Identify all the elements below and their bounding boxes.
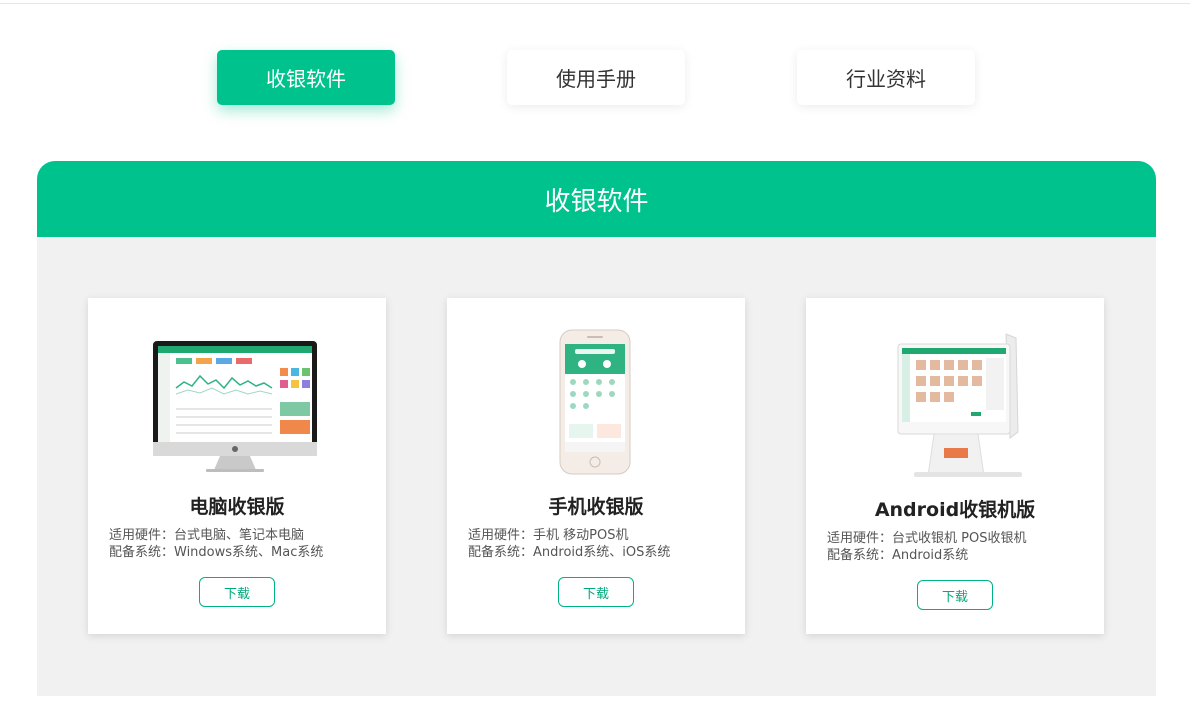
product-card-mobile: 手机收银版 适用硬件：手机 移动POS机 配备系统：Android系统、iOS系… [447,298,745,634]
category-tabs: 收银软件 使用手册 行业资料 [0,50,1190,106]
system-text: 配备系统：Windows系统、Mac系统 [109,545,324,560]
product-title: 电脑收银版 [189,496,285,518]
pos-terminal-image [897,333,1022,477]
download-button[interactable]: 下载 [199,577,275,607]
download-button[interactable]: 下载 [917,580,993,610]
software-panel: 收银软件 电脑收银版 适用硬件：台式电脑、笔记本电脑 配备系统：Windows系… [37,161,1156,696]
tab-cashier-software[interactable]: 收银软件 [217,50,395,105]
panel-title: 收银软件 [37,161,1156,237]
system-text: 配备系统：Android系统、iOS系统 [468,545,671,560]
product-card-android-pos: Android收银机版 适用硬件：台式收银机 POS收银机 配备系统：Andro… [806,298,1104,634]
product-title: Android收银机版 [874,499,1036,521]
system-text: 配备系统：Android系统 [827,548,969,563]
product-title: 手机收银版 [548,496,644,518]
download-button[interactable]: 下载 [558,577,634,607]
top-divider [0,3,1190,4]
product-card-desktop: 电脑收银版 适用硬件：台式电脑、笔记本电脑 配备系统：Windows系统、Mac… [88,298,386,634]
desktop-computer-image [153,341,317,472]
smartphone-image [559,329,631,475]
tab-user-manual[interactable]: 使用手册 [507,50,685,105]
tab-industry-materials[interactable]: 行业资料 [797,50,975,105]
